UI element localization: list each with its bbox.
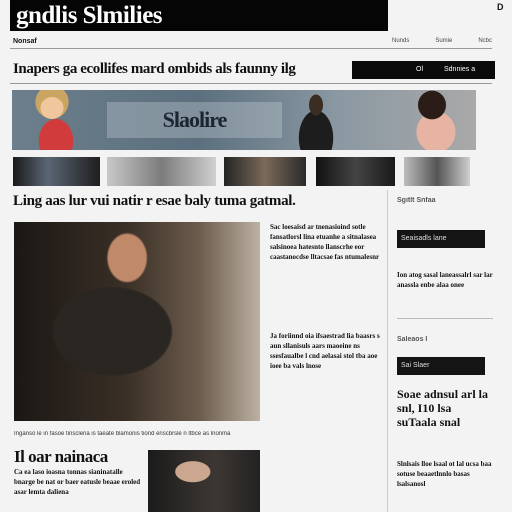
search-bar-label-b: Sdnnies a [444, 66, 476, 73]
mid-column-text-2[interactable]: Ja foriinnd oia ifsaestrad lia baasrs s … [270, 331, 382, 371]
top-nav: Nunds Sumie Ncbc [392, 38, 492, 44]
banner-photo-left [16, 90, 96, 150]
lead-headline[interactable]: Inapers ga ecollifes mard ombids als fau… [13, 58, 348, 80]
thumbnail-5[interactable] [404, 157, 470, 186]
story-body: Ca ea laso ioasna tonnas sianinatalle bn… [14, 468, 141, 496]
sidebar-divider [397, 318, 493, 319]
banner-title: Slaolire [107, 102, 282, 138]
corner-mark: D [497, 2, 504, 12]
feature-banner[interactable]: Slaolire [12, 90, 476, 150]
section-label[interactable]: Nonsaf [13, 38, 37, 45]
thumbnail-2[interactable] [107, 157, 216, 186]
divider [10, 83, 492, 84]
thumbnail-4[interactable] [316, 157, 395, 186]
main-photo[interactable] [14, 222, 260, 421]
photo-caption: Inganso le in fasoe tinscleria is taeate… [14, 431, 231, 437]
sidebar-label-1[interactable]: Sgitlt Snfaa [397, 197, 493, 204]
divider [10, 48, 492, 49]
sidebar-small-text[interactable]: Slnlsais lloe lsaal ot lal ucsa baa sotu… [397, 459, 493, 489]
top-link-2[interactable]: Sumie [435, 38, 452, 44]
sidebar-bar-1[interactable]: Seaisadls lane [397, 230, 485, 248]
story-headline[interactable]: Il oar nainaca [14, 447, 144, 467]
sidebar-text-1[interactable]: Ion atog sasal laneassalrl sar lar anass… [397, 270, 493, 290]
search-bar[interactable]: Ol Sdnnies a [352, 61, 495, 79]
story-photo[interactable] [148, 450, 260, 512]
column-divider [387, 190, 388, 512]
thumbnail-1[interactable] [13, 157, 100, 186]
top-link-1[interactable]: Nunds [392, 38, 409, 44]
search-bar-label-a: Ol [416, 66, 423, 73]
banner-photo-right [396, 90, 476, 150]
top-link-3[interactable]: Ncbc [478, 38, 492, 44]
mid-column-text-1[interactable]: Sac loesaisd ar tnenasioind sotle fansat… [270, 222, 382, 262]
section-subheadline[interactable]: Ling aas lur vui natir r esae baly tuma … [13, 193, 373, 210]
thumbnail-3[interactable] [224, 157, 306, 186]
site-masthead[interactable]: gndlis Slmilies [10, 0, 388, 31]
sidebar-feature-text[interactable]: Soae adnsul arl la snl, I10 lsa suTaala … [397, 387, 493, 429]
sidebar-bar-2[interactable]: Sai Slaer [397, 357, 485, 375]
banner-photo-center [286, 90, 346, 150]
sidebar-label-2[interactable]: Saleaos I [397, 336, 493, 343]
